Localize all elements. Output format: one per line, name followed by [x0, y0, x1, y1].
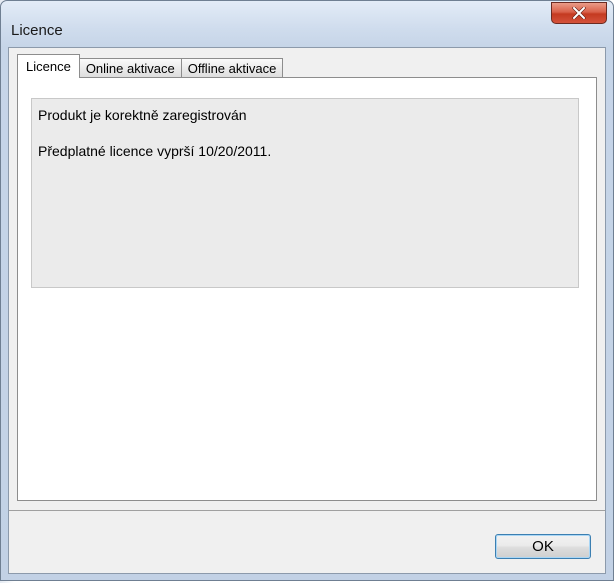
window-title: Licence [11, 22, 63, 39]
licence-tab-panel: Produkt je korektně zaregistrován Předpl… [17, 77, 597, 501]
licence-info-box: Produkt je korektně zaregistrován Předpl… [31, 98, 579, 288]
tab-licence[interactable]: Licence [17, 54, 80, 78]
tab-offline-aktivace[interactable]: Offline aktivace [180, 58, 284, 78]
ok-button[interactable]: OK [495, 534, 591, 559]
tab-offline-aktivace-label: Offline aktivace [187, 61, 277, 76]
dialog-client-area: Licence Online aktivace Offline aktivace… [8, 47, 606, 574]
subscription-expiry-text: Předplatné licence vyprší 10/20/2011. [38, 143, 272, 159]
title-bar[interactable]: Licence [1, 1, 613, 47]
close-button[interactable] [551, 2, 607, 24]
tab-online-aktivace-label: Online aktivace [85, 61, 175, 76]
licence-dialog: Licence Licence Online aktivace Offline … [0, 0, 614, 581]
tab-online-aktivace[interactable]: Online aktivace [78, 58, 182, 78]
tab-strip: Licence Online aktivace Offline aktivace [17, 54, 284, 78]
close-icon [572, 7, 586, 19]
tab-licence-label: Licence [26, 59, 71, 74]
registration-status-text: Produkt je korektně zaregistrován [38, 107, 247, 123]
button-bar: OK [9, 510, 605, 573]
